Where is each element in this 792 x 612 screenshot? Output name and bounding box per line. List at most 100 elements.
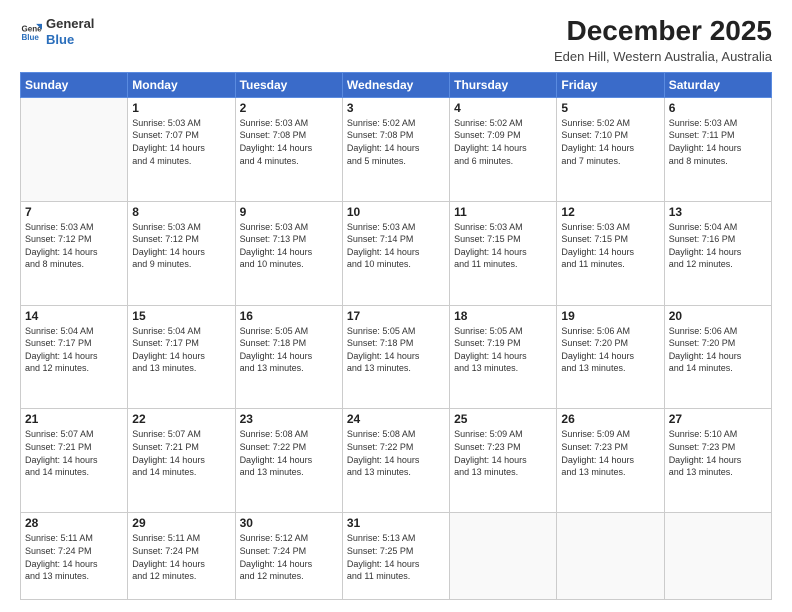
day-number: 25 — [454, 412, 552, 426]
calendar-cell: 5 Sunrise: 5:02 AM Sunset: 7:10 PM Daylig… — [557, 97, 664, 201]
day-info: Sunrise: 5:02 AM Sunset: 7:09 PM Dayligh… — [454, 117, 552, 167]
calendar-cell: 28Sunrise: 5:11 AM Sunset: 7:24 PM Dayli… — [21, 513, 128, 600]
day-info: Sunrise: 5:04 AM Sunset: 7:17 PM Dayligh… — [132, 325, 230, 375]
calendar-table: SundayMondayTuesdayWednesdayThursdayFrid… — [20, 72, 772, 600]
calendar-cell: 16 Sunrise: 5:05 AM Sunset: 7:18 PM Dayli… — [235, 305, 342, 409]
day-number: 20 — [669, 309, 767, 323]
calendar-header-thursday: Thursday — [450, 72, 557, 97]
calendar-week-1: 1 Sunrise: 5:03 AM Sunset: 7:07 PM Daylig… — [21, 97, 772, 201]
calendar-cell: 23 Sunrise: 5:08 AM Sunset: 7:22 PM Dayli… — [235, 409, 342, 513]
svg-text:Blue: Blue — [21, 33, 39, 42]
calendar-header-tuesday: Tuesday — [235, 72, 342, 97]
day-number: 29 — [132, 516, 230, 530]
day-info: Sunrise: 5:02 AM Sunset: 7:10 PM Dayligh… — [561, 117, 659, 167]
day-number: 22 — [132, 412, 230, 426]
day-number: 26 — [561, 412, 659, 426]
day-info: Sunrise: 5:08 AM Sunset: 7:22 PM Dayligh… — [347, 428, 445, 478]
calendar-cell: 3Sunrise: 5:02 AM Sunset: 7:08 PM Daylig… — [342, 97, 449, 201]
calendar-header-sunday: Sunday — [21, 72, 128, 97]
page: General Blue General Blue December 2025 … — [0, 0, 792, 612]
day-info: Sunrise: 5:11 AM Sunset: 7:24 PM Dayligh… — [132, 532, 230, 582]
day-info: Sunrise: 5:07 AM Sunset: 7:21 PM Dayligh… — [132, 428, 230, 478]
day-info: Sunrise: 5:13 AM Sunset: 7:25 PM Dayligh… — [347, 532, 445, 582]
calendar-header-wednesday: Wednesday — [342, 72, 449, 97]
calendar-cell: 15Sunrise: 5:04 AM Sunset: 7:17 PM Dayli… — [128, 305, 235, 409]
day-info: Sunrise: 5:08 AM Sunset: 7:22 PM Dayligh… — [240, 428, 338, 478]
calendar-cell — [557, 513, 664, 600]
header: General Blue General Blue December 2025 … — [20, 16, 772, 64]
day-info: Sunrise: 5:03 AM Sunset: 7:12 PM Dayligh… — [25, 221, 123, 271]
calendar-cell: 7 Sunrise: 5:03 AM Sunset: 7:12 PM Daylig… — [21, 201, 128, 305]
day-number: 6 — [669, 101, 767, 115]
day-info: Sunrise: 5:11 AM Sunset: 7:24 PM Dayligh… — [25, 532, 123, 582]
day-info: Sunrise: 5:03 AM Sunset: 7:07 PM Dayligh… — [132, 117, 230, 167]
calendar-week-3: 14 Sunrise: 5:04 AM Sunset: 7:17 PM Dayli… — [21, 305, 772, 409]
day-number: 30 — [240, 516, 338, 530]
day-number: 31 — [347, 516, 445, 530]
calendar-cell: 8Sunrise: 5:03 AM Sunset: 7:12 PM Daylig… — [128, 201, 235, 305]
calendar-week-2: 7 Sunrise: 5:03 AM Sunset: 7:12 PM Daylig… — [21, 201, 772, 305]
calendar-header-saturday: Saturday — [664, 72, 771, 97]
day-info: Sunrise: 5:03 AM Sunset: 7:11 PM Dayligh… — [669, 117, 767, 167]
calendar-cell: 27Sunrise: 5:10 AM Sunset: 7:23 PM Dayli… — [664, 409, 771, 513]
calendar-cell: 11 Sunrise: 5:03 AM Sunset: 7:15 PM Dayli… — [450, 201, 557, 305]
sub-title: Eden Hill, Western Australia, Australia — [554, 49, 772, 64]
calendar-cell: 6 Sunrise: 5:03 AM Sunset: 7:11 PM Daylig… — [664, 97, 771, 201]
day-number: 23 — [240, 412, 338, 426]
day-number: 17 — [347, 309, 445, 323]
calendar-cell — [450, 513, 557, 600]
calendar-cell: 14Sunrise: 5:04 AM Sunset: 7:17 PM Dayli… — [21, 305, 128, 409]
calendar-cell — [664, 513, 771, 600]
day-info: Sunrise: 5:07 AM Sunset: 7:21 PM Dayligh… — [25, 428, 123, 478]
day-info: Sunrise: 5:03 AM Sunset: 7:15 PM Dayligh… — [454, 221, 552, 271]
day-number: 18 — [454, 309, 552, 323]
day-number: 27 — [669, 412, 767, 426]
day-number: 14 — [25, 309, 123, 323]
calendar-week-5: 28Sunrise: 5:11 AM Sunset: 7:24 PM Dayli… — [21, 513, 772, 600]
day-info: Sunrise: 5:09 AM Sunset: 7:23 PM Dayligh… — [454, 428, 552, 478]
calendar-cell: 22 Sunrise: 5:07 AM Sunset: 7:21 PM Dayli… — [128, 409, 235, 513]
calendar-cell: 1 Sunrise: 5:03 AM Sunset: 7:07 PM Daylig… — [128, 97, 235, 201]
calendar-cell: 2Sunrise: 5:03 AM Sunset: 7:08 PM Daylig… — [235, 97, 342, 201]
calendar-cell: 31 Sunrise: 5:13 AM Sunset: 7:25 PM Dayli… — [342, 513, 449, 600]
day-info: Sunrise: 5:05 AM Sunset: 7:18 PM Dayligh… — [347, 325, 445, 375]
day-number: 2 — [240, 101, 338, 115]
day-number: 7 — [25, 205, 123, 219]
calendar-cell: 18 Sunrise: 5:05 AM Sunset: 7:19 PM Dayli… — [450, 305, 557, 409]
title-section: December 2025 Eden Hill, Western Austral… — [554, 16, 772, 64]
day-number: 16 — [240, 309, 338, 323]
calendar-header-monday: Monday — [128, 72, 235, 97]
day-number: 10 — [347, 205, 445, 219]
calendar-cell: 9Sunrise: 5:03 AM Sunset: 7:13 PM Daylig… — [235, 201, 342, 305]
calendar-header-row: SundayMondayTuesdayWednesdayThursdayFrid… — [21, 72, 772, 97]
calendar-cell — [21, 97, 128, 201]
calendar-cell: 25 Sunrise: 5:09 AM Sunset: 7:23 PM Dayli… — [450, 409, 557, 513]
day-number: 3 — [347, 101, 445, 115]
calendar-cell: 10 Sunrise: 5:03 AM Sunset: 7:14 PM Dayli… — [342, 201, 449, 305]
day-number: 24 — [347, 412, 445, 426]
day-number: 8 — [132, 205, 230, 219]
day-number: 1 — [132, 101, 230, 115]
day-info: Sunrise: 5:03 AM Sunset: 7:13 PM Dayligh… — [240, 221, 338, 271]
calendar-cell: 17 Sunrise: 5:05 AM Sunset: 7:18 PM Dayli… — [342, 305, 449, 409]
logo-blue: Blue — [46, 32, 94, 48]
day-number: 21 — [25, 412, 123, 426]
logo-text: General Blue — [46, 16, 94, 47]
day-info: Sunrise: 5:03 AM Sunset: 7:14 PM Dayligh… — [347, 221, 445, 271]
day-number: 5 — [561, 101, 659, 115]
calendar-week-4: 21 Sunrise: 5:07 AM Sunset: 7:21 PM Dayli… — [21, 409, 772, 513]
day-number: 12 — [561, 205, 659, 219]
day-number: 11 — [454, 205, 552, 219]
logo: General Blue General Blue — [20, 16, 94, 47]
day-info: Sunrise: 5:04 AM Sunset: 7:16 PM Dayligh… — [669, 221, 767, 271]
logo-general: General — [46, 16, 94, 32]
day-info: Sunrise: 5:06 AM Sunset: 7:20 PM Dayligh… — [561, 325, 659, 375]
main-title: December 2025 — [554, 16, 772, 47]
day-number: 4 — [454, 101, 552, 115]
calendar-header-friday: Friday — [557, 72, 664, 97]
calendar-cell: 19 Sunrise: 5:06 AM Sunset: 7:20 PM Dayli… — [557, 305, 664, 409]
day-number: 19 — [561, 309, 659, 323]
day-info: Sunrise: 5:05 AM Sunset: 7:18 PM Dayligh… — [240, 325, 338, 375]
day-info: Sunrise: 5:06 AM Sunset: 7:20 PM Dayligh… — [669, 325, 767, 375]
day-info: Sunrise: 5:05 AM Sunset: 7:19 PM Dayligh… — [454, 325, 552, 375]
